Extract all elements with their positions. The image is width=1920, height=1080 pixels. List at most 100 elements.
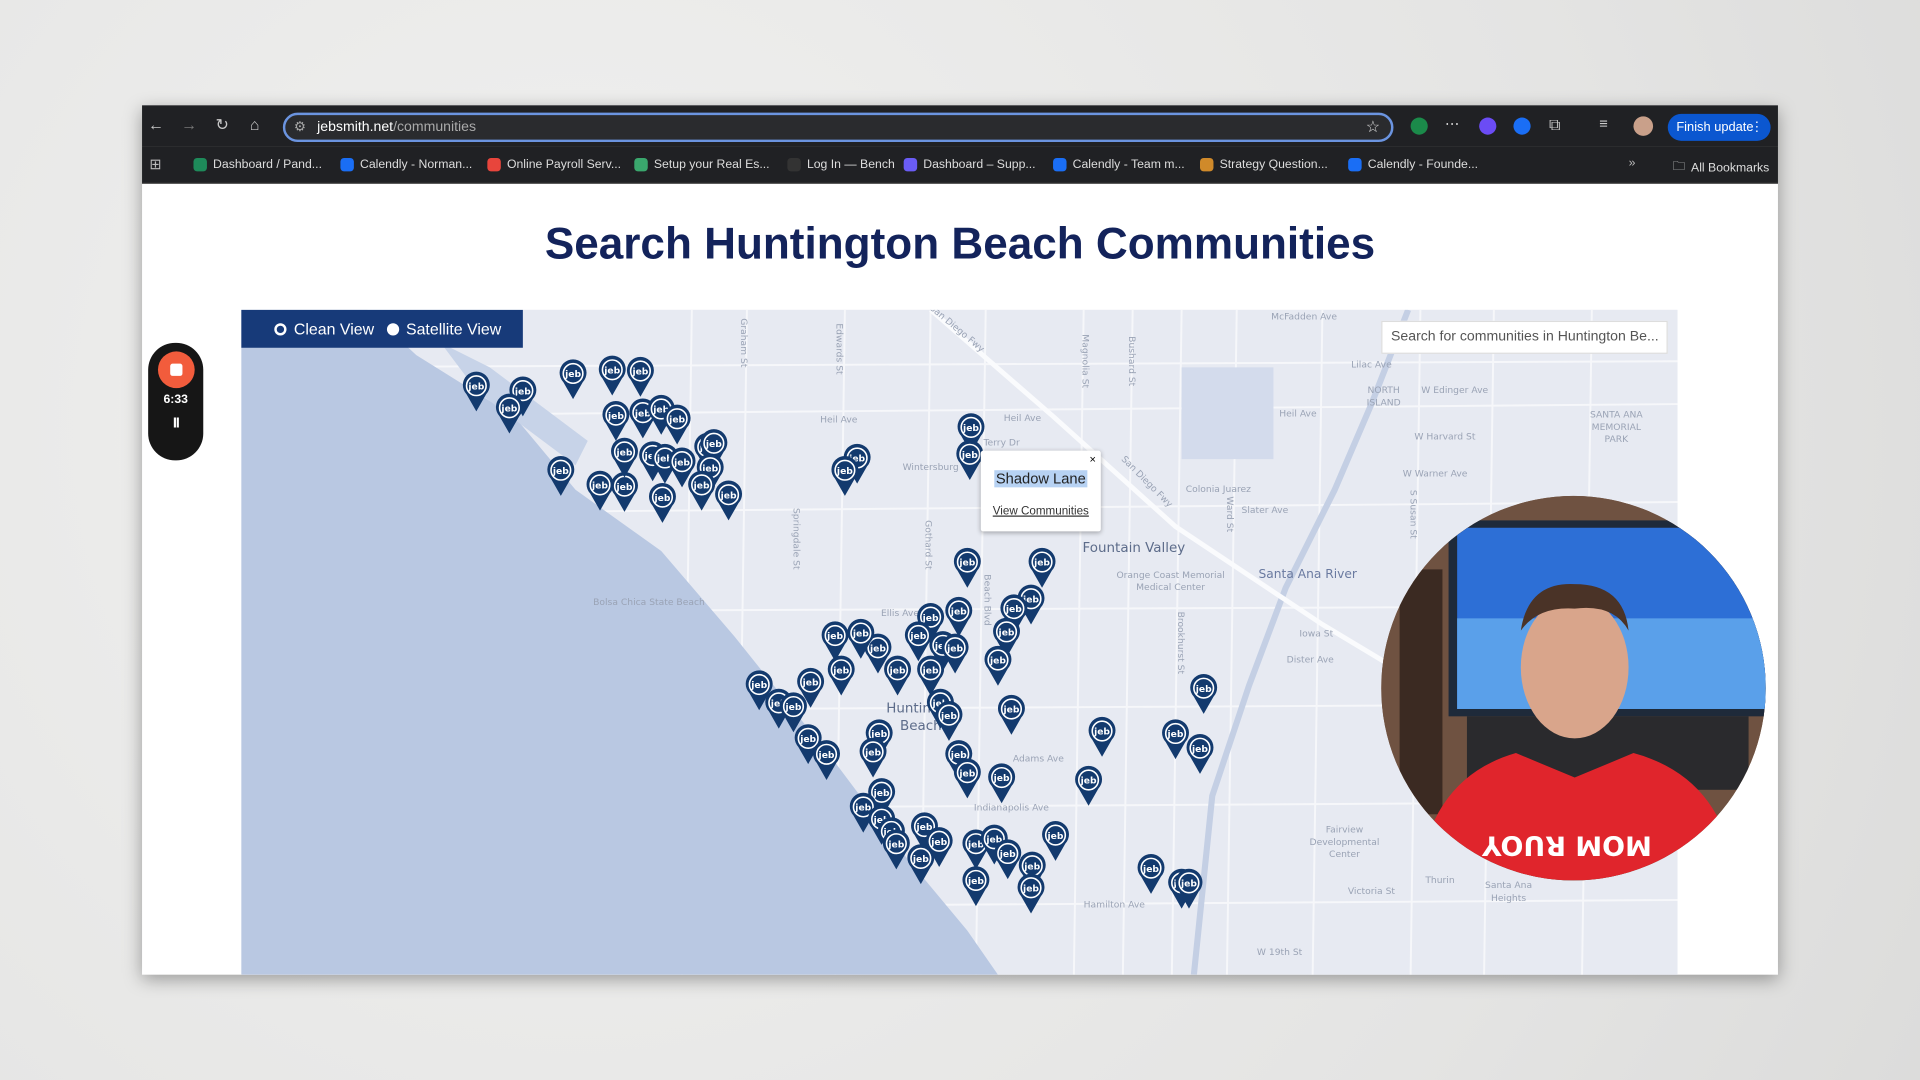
- community-marker[interactable]: jeb: [827, 655, 855, 696]
- reload-icon[interactable]: ↻: [216, 115, 229, 135]
- map-label: Victoria St: [1348, 886, 1396, 897]
- community-marker[interactable]: jeb: [945, 596, 973, 637]
- map-label: Gothard St: [923, 520, 934, 570]
- stop-recording-button[interactable]: [157, 351, 195, 389]
- bookmark-favicon-icon: [1200, 157, 1214, 172]
- satellite-view-radio[interactable]: [386, 322, 399, 335]
- extension-gear-icon[interactable]: [1479, 117, 1497, 135]
- community-marker[interactable]: jeb: [962, 866, 990, 907]
- bookmark-item[interactable]: Online Payroll Serv...: [487, 157, 621, 172]
- community-marker[interactable]: jeb: [1017, 873, 1045, 914]
- community-marker[interactable]: jeb: [953, 547, 981, 588]
- site-settings-icon[interactable]: ⚙: [294, 119, 306, 135]
- community-marker[interactable]: jeb: [602, 400, 630, 441]
- community-marker[interactable]: jeb: [988, 763, 1016, 804]
- community-marker[interactable]: jeb: [953, 758, 981, 799]
- bookmark-item[interactable]: Dashboard – Supp...: [903, 157, 1036, 172]
- marker-label: jeb: [832, 665, 849, 676]
- bookmark-item[interactable]: Dashboard / Pand...: [193, 157, 322, 172]
- bookmark-item[interactable]: Log In — Bench: [787, 157, 895, 172]
- view-communities-link[interactable]: View Communities: [981, 504, 1101, 517]
- community-marker[interactable]: jeb: [1028, 547, 1056, 588]
- marker-label: jeb: [653, 493, 670, 504]
- address-bar[interactable]: ⚙ jebsmith.net/communities ☆: [282, 112, 1394, 143]
- marker-label: jeb: [799, 734, 816, 745]
- folder-icon: 🗀: [1672, 160, 1685, 174]
- community-marker[interactable]: jeb: [611, 471, 638, 512]
- community-marker[interactable]: jeb: [1137, 854, 1165, 894]
- community-marker[interactable]: jeb: [1162, 719, 1189, 760]
- clean-view-radio[interactable]: [274, 322, 287, 335]
- map-label: Beach: [900, 719, 942, 734]
- map-label: MEMORIAL: [1592, 422, 1642, 433]
- marker-label: jeb: [854, 803, 871, 814]
- grammarly-icon[interactable]: [1410, 117, 1428, 135]
- community-marker[interactable]: jeb: [984, 645, 1012, 686]
- community-marker[interactable]: jeb: [904, 621, 932, 662]
- marker-label: jeb: [705, 439, 722, 450]
- bookmark-item[interactable]: Strategy Question...: [1200, 157, 1328, 172]
- pause-button[interactable]: II: [148, 414, 203, 431]
- bookmark-item[interactable]: Calendly - Norman...: [340, 157, 472, 172]
- community-marker[interactable]: jeb: [994, 839, 1022, 880]
- community-marker[interactable]: jeb: [1186, 734, 1214, 774]
- marker-label: jeb: [668, 414, 685, 425]
- map-label: Magnolia St: [1079, 334, 1090, 388]
- star-icon[interactable]: ☆: [1366, 118, 1380, 138]
- community-marker[interactable]: jeb: [997, 694, 1025, 735]
- community-marker[interactable]: jeb: [1042, 820, 1069, 861]
- marker-label: jeb: [993, 773, 1010, 784]
- clean-view-label[interactable]: Clean View: [294, 320, 374, 338]
- marker-label: jeb: [887, 839, 904, 850]
- more-bookmarks-icon[interactable]: »: [1629, 157, 1636, 170]
- community-marker[interactable]: jeb: [715, 480, 743, 521]
- kebab-menu-icon[interactable]: ⋮: [1750, 114, 1763, 141]
- profile-avatar[interactable]: [1633, 116, 1654, 136]
- close-popup-button[interactable]: ×: [1089, 453, 1095, 465]
- community-marker[interactable]: jeb: [598, 355, 626, 396]
- extensions-puzzle-icon[interactable]: ⧉: [1549, 115, 1560, 135]
- community-marker[interactable]: jeb: [859, 737, 887, 778]
- browser-toolbar: ← → ↻ ⌂ ⚙ jebsmith.net/communities ☆ ⋯ ⧉…: [142, 105, 1778, 147]
- marker-label: jeb: [864, 748, 881, 759]
- community-marker[interactable]: jeb: [1075, 765, 1103, 806]
- home-icon[interactable]: ⌂: [250, 115, 260, 133]
- community-marker[interactable]: jeb: [648, 483, 676, 523]
- bookmark-favicon-icon: [787, 157, 801, 172]
- bookmark-item[interactable]: Setup your Real Es...: [634, 157, 770, 172]
- bookmark-item[interactable]: Calendly - Team m...: [1053, 157, 1185, 172]
- forward-icon[interactable]: →: [181, 115, 197, 133]
- satellite-view-label[interactable]: Satellite View: [406, 320, 501, 338]
- community-marker[interactable]: jeb: [1190, 674, 1218, 714]
- community-marker[interactable]: jeb: [941, 633, 969, 674]
- bookmark-item[interactable]: Calendly - Founde...: [1348, 157, 1478, 172]
- community-marker[interactable]: jeb: [559, 359, 587, 400]
- community-marker[interactable]: jeb: [626, 356, 654, 397]
- marker-label: jeb: [552, 466, 569, 477]
- back-icon[interactable]: ←: [148, 115, 164, 133]
- marker-label: jeb: [1180, 879, 1197, 890]
- calendly-extension-icon[interactable]: [1513, 117, 1531, 135]
- community-search-input[interactable]: Search for communities in Huntington Be.…: [1381, 320, 1668, 354]
- finish-update-button[interactable]: Finish update ⋮: [1667, 113, 1771, 141]
- map-label: W Warner Ave: [1403, 468, 1468, 479]
- marker-label: jeb: [962, 423, 979, 434]
- marker-label: jeb: [958, 768, 975, 779]
- community-marker[interactable]: jeb: [688, 470, 716, 511]
- all-bookmarks[interactable]: 🗀 All Bookmarks: [1673, 158, 1770, 179]
- marker-label: jeb: [631, 367, 648, 378]
- community-marker[interactable]: jeb: [611, 437, 638, 478]
- community-marker[interactable]: jeb: [821, 621, 849, 662]
- apps-grid-icon[interactable]: ⊞: [149, 156, 161, 173]
- community-marker[interactable]: jeb: [935, 700, 963, 741]
- community-marker[interactable]: jeb: [956, 440, 984, 481]
- bookmark-favicon-icon: [487, 157, 501, 172]
- more-extension-icon[interactable]: ⋯: [1445, 115, 1460, 132]
- community-marker[interactable]: jeb: [1088, 716, 1116, 757]
- community-marker[interactable]: jeb: [884, 655, 912, 696]
- community-marker[interactable]: jeb: [663, 404, 691, 445]
- community-popup: × Shadow Lane View Communities: [980, 450, 1101, 532]
- media-control-icon[interactable]: ≡: [1599, 115, 1608, 132]
- community-marker[interactable]: jeb: [831, 456, 859, 496]
- marker-label: jeb: [1142, 864, 1159, 875]
